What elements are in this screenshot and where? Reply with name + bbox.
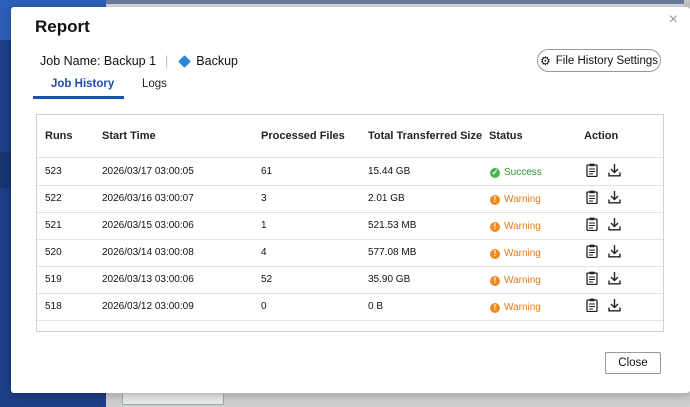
table-row: 522 2026/03/16 03:00:07 3 2.01 GB! Warning: [37, 185, 663, 213]
row-actions: [586, 190, 621, 204]
status-label: Warning: [504, 194, 541, 205]
download-icon[interactable]: [608, 163, 621, 177]
cell-processed-files: 52: [261, 274, 273, 285]
download-icon[interactable]: [608, 244, 621, 258]
header-processed-files: Processed Files: [261, 130, 345, 142]
status-badge: ! Warning: [490, 275, 541, 286]
row-actions: [586, 217, 621, 231]
cell-processed-files: 0: [261, 301, 267, 312]
background-button: [122, 394, 224, 405]
clipboard-icon[interactable]: [586, 217, 598, 231]
cell-processed-files: 4: [261, 247, 267, 258]
job-info: Job Name: Backup 1 | Backup: [40, 54, 238, 68]
table-row: 520 2026/03/14 03:00:08 4 577.08 MB! Warning: [37, 239, 663, 267]
tab-logs[interactable]: Logs: [142, 78, 167, 90]
cell-runs: 523: [45, 166, 62, 177]
warning-icon: !: [490, 194, 500, 205]
download-icon[interactable]: [608, 298, 621, 312]
cell-start-time: 2026/03/13 03:00:06: [102, 274, 194, 285]
warning-icon: !: [490, 221, 500, 232]
job-type-label: Backup: [196, 54, 238, 68]
cell-transferred-size: 15.44 GB: [368, 166, 411, 177]
background-footer: [106, 394, 690, 407]
header-total-transferred-size: Total Transferred Size: [368, 130, 483, 142]
cell-start-time: 2026/03/12 03:00:09: [102, 301, 194, 312]
warning-icon: !: [490, 248, 500, 259]
cell-runs: 520: [45, 247, 62, 258]
clipboard-icon[interactable]: [586, 298, 598, 312]
status-badge: ✓ Success: [490, 167, 542, 178]
cell-runs: 518: [45, 301, 62, 312]
background-topbar: [106, 0, 690, 4]
row-actions: [586, 244, 621, 258]
cell-processed-files: 61: [261, 166, 273, 177]
clipboard-icon[interactable]: [586, 163, 598, 177]
job-name-label: Job Name: Backup 1: [40, 54, 157, 68]
header-runs: Runs: [45, 130, 73, 142]
row-actions: [586, 298, 621, 312]
separator: |: [165, 54, 169, 68]
clipboard-icon[interactable]: [586, 271, 598, 285]
dialog-title: Report: [35, 17, 90, 36]
row-actions: [586, 163, 621, 177]
table-header: Runs Start Time Processed Files Total Tr…: [37, 115, 663, 158]
file-history-settings-button[interactable]: ⚙ File History Settings: [537, 49, 661, 72]
status-label: Success: [504, 167, 542, 178]
cell-start-time: 2026/03/16 03:00:07: [102, 193, 194, 204]
job-history-table[interactable]: Runs Start Time Processed Files Total Tr…: [36, 114, 664, 332]
cell-transferred-size: 0 B: [368, 301, 384, 312]
cell-transferred-size: 577.08 MB: [368, 247, 417, 258]
download-icon[interactable]: [608, 190, 621, 204]
download-icon[interactable]: [608, 271, 621, 285]
cell-processed-files: 3: [261, 193, 267, 204]
tab-job-history[interactable]: Job History: [51, 78, 114, 90]
table-row: 518 2026/03/12 03:00:09 0 0 B! Warning: [37, 293, 663, 321]
download-icon[interactable]: [608, 217, 621, 231]
header-start-time: Start Time: [102, 130, 156, 142]
status-label: Warning: [504, 221, 541, 232]
table-row: 521 2026/03/15 03:00:06 1 521.53 MB! Warning: [37, 212, 663, 240]
gear-icon: ⚙: [539, 53, 551, 68]
warning-icon: !: [490, 302, 500, 313]
cell-transferred-size: 35.90 GB: [368, 274, 411, 285]
diamond-icon: [178, 54, 192, 68]
warning-icon: !: [490, 275, 500, 286]
table-row: 523 2026/03/17 03:00:05 61 15.44 GB ✓ Success: [37, 158, 663, 186]
status-badge: ! Warning: [490, 302, 541, 313]
close-icon[interactable]: ×: [669, 11, 678, 29]
cell-processed-files: 1: [261, 220, 267, 231]
status-badge: ! Warning: [490, 248, 541, 259]
clipboard-icon[interactable]: [586, 244, 598, 258]
cell-runs: 519: [45, 274, 62, 285]
close-button[interactable]: Close: [605, 352, 661, 374]
cell-runs: 522: [45, 193, 62, 204]
status-badge: ! Warning: [490, 221, 541, 232]
tab-bar: Job History Logs: [33, 73, 673, 99]
status-label: Warning: [504, 302, 541, 313]
cell-runs: 521: [45, 220, 62, 231]
status-badge: ! Warning: [490, 194, 541, 205]
active-tab-indicator: [33, 96, 124, 99]
header-action: Action: [584, 130, 619, 142]
table-row: 519 2026/03/13 03:00:06 52 35.90 GB! Warning: [37, 266, 663, 294]
clipboard-icon[interactable]: [586, 190, 598, 204]
cell-transferred-size: 521.53 MB: [368, 220, 417, 231]
status-label: Warning: [504, 248, 541, 259]
header-status: Status: [489, 130, 523, 142]
table-row-partial: [37, 320, 663, 331]
row-actions: [586, 271, 621, 285]
status-label: Warning: [504, 275, 541, 286]
file-history-settings-label: File History Settings: [555, 54, 659, 67]
report-dialog: × Report Job Name: Backup 1 | Backup ⚙ F…: [11, 7, 690, 393]
success-icon: ✓: [490, 167, 500, 178]
cell-start-time: 2026/03/15 03:00:06: [102, 220, 194, 231]
cell-start-time: 2026/03/14 03:00:08: [102, 247, 194, 258]
cell-transferred-size: 2.01 GB: [368, 193, 405, 204]
cell-start-time: 2026/03/17 03:00:05: [102, 166, 194, 177]
